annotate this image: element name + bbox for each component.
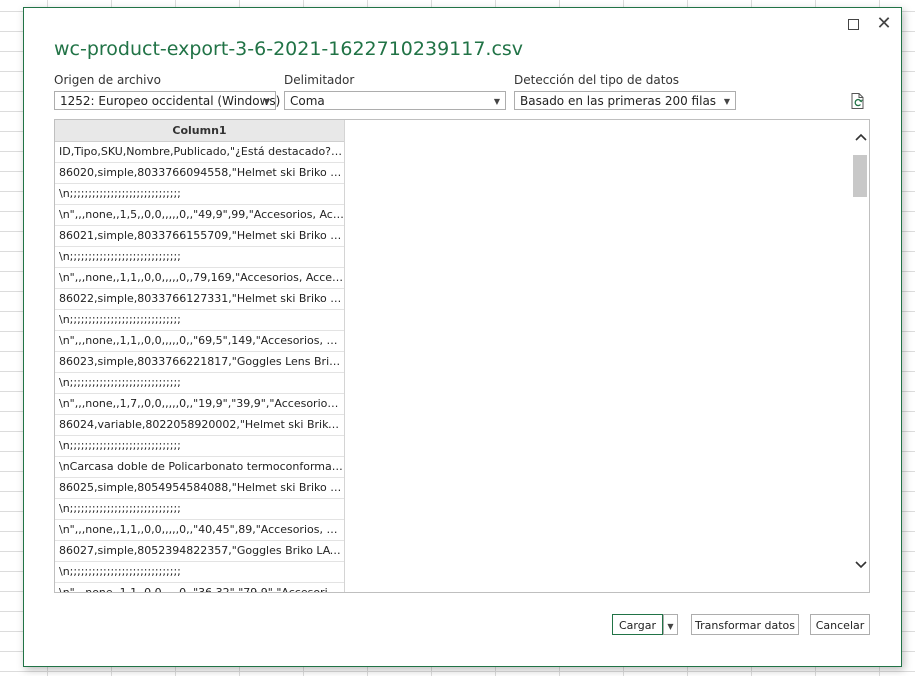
table-row: \n",,,none,,1,1,,0,0,,,,,0,,"36,32","79,… — [55, 583, 344, 592]
delimiter-label: Delimitador — [284, 73, 355, 87]
table-row: 86021,simple,8033766155709,"Helmet ski B… — [55, 226, 344, 247]
table-row: \n",,,none,,1,1,,0,0,,,,,0,,79,169,"Acce… — [55, 268, 344, 289]
load-button[interactable]: Cargar — [612, 614, 663, 635]
table-row: \nCarcasa doble de Policarbonato termoco… — [55, 457, 344, 478]
datatype-label: Detección del tipo de datos — [514, 73, 680, 87]
table-row: \n;;;;;;;;;;;;;;;;;;;;;;;;;;;;;; — [55, 373, 344, 394]
preview-panel: Column1 ID,Tipo,SKU,Nombre,Publicado,"¿E… — [54, 119, 870, 593]
origin-select[interactable]: 1252: Europeo occidental (Windows) ▼ — [54, 91, 280, 110]
table-row: 86020,simple,8033766094558,"Helmet ski B… — [55, 163, 344, 184]
refresh-icon[interactable] — [849, 92, 867, 110]
chevron-down-icon: ▼ — [667, 622, 674, 631]
preview-rows: ID,Tipo,SKU,Nombre,Publicado,"¿Está dest… — [55, 142, 344, 592]
table-row: \n",,,none,,1,1,,0,0,,,,,0,,"69,5",149,"… — [55, 331, 344, 352]
datatype-select[interactable]: Basado en las primeras 200 filas ▼ — [514, 91, 736, 110]
datatype-value: Basado en las primeras 200 filas — [520, 94, 717, 108]
table-row: \n;;;;;;;;;;;;;;;;;;;;;;;;;;;;;; — [55, 562, 344, 583]
origin-value: 1252: Europeo occidental (Windows) — [60, 94, 281, 108]
table-row: \n;;;;;;;;;;;;;;;;;;;;;;;;;;;;;; — [55, 436, 344, 457]
table-row: ID,Tipo,SKU,Nombre,Publicado,"¿Está dest… — [55, 142, 344, 163]
delimiter-select[interactable]: Coma ▼ — [284, 91, 506, 110]
delimiter-value: Coma — [290, 94, 325, 108]
transform-data-button[interactable]: Transformar datos — [691, 614, 799, 635]
close-icon: ✕ — [876, 13, 892, 34]
table-row: \n;;;;;;;;;;;;;;;;;;;;;;;;;;;;;; — [55, 310, 344, 331]
scrollbar-thumb[interactable] — [853, 155, 867, 197]
chevron-down-icon: ▼ — [493, 97, 500, 106]
table-row: \n",,,none,,1,1,,0,0,,,,,0,,"40,45",89,"… — [55, 520, 344, 541]
import-dialog: ✕ wc-product-export-3-6-2021-16227102391… — [23, 7, 902, 667]
preview-column: Column1 ID,Tipo,SKU,Nombre,Publicado,"¿E… — [55, 120, 345, 592]
table-row: 86022,simple,8033766127331,"Helmet ski B… — [55, 289, 344, 310]
table-row: \n",,,none,,1,5,,0,0,,,,,0,,"49,9",99,"A… — [55, 205, 344, 226]
table-row: 86024,variable,8022058920002,"Helmet ski… — [55, 415, 344, 436]
origin-label: Origen de archivo — [54, 73, 161, 87]
load-options-button[interactable]: ▼ — [663, 614, 678, 635]
table-row: \n;;;;;;;;;;;;;;;;;;;;;;;;;;;;;; — [55, 247, 344, 268]
dialog-title: wc-product-export-3-6-2021-1622710239117… — [54, 38, 524, 60]
table-row: 86027,simple,8052394822357,"Goggles Brik… — [55, 541, 344, 562]
vertical-scrollbar[interactable] — [852, 120, 869, 592]
table-row: \n;;;;;;;;;;;;;;;;;;;;;;;;;;;;;; — [55, 184, 344, 205]
maximize-button[interactable] — [842, 14, 864, 34]
table-row: 86023,simple,8033766221817,"Goggles Lens… — [55, 352, 344, 373]
chevron-down-icon: ▼ — [723, 97, 730, 106]
table-row: \n;;;;;;;;;;;;;;;;;;;;;;;;;;;;;; — [55, 499, 344, 520]
maximize-icon — [847, 18, 859, 30]
cancel-button[interactable]: Cancelar — [810, 614, 870, 635]
chevron-down-icon[interactable] — [852, 558, 869, 576]
close-button[interactable]: ✕ — [873, 14, 895, 34]
table-row: \n",,,none,,1,7,,0,0,,,,,0,,"19,9","39,9… — [55, 394, 344, 415]
chevron-up-icon[interactable] — [852, 132, 869, 150]
chevron-down-icon: ▼ — [263, 97, 270, 106]
table-row: 86025,simple,8054954584088,"Helmet ski B… — [55, 478, 344, 499]
column-header[interactable]: Column1 — [55, 120, 344, 142]
